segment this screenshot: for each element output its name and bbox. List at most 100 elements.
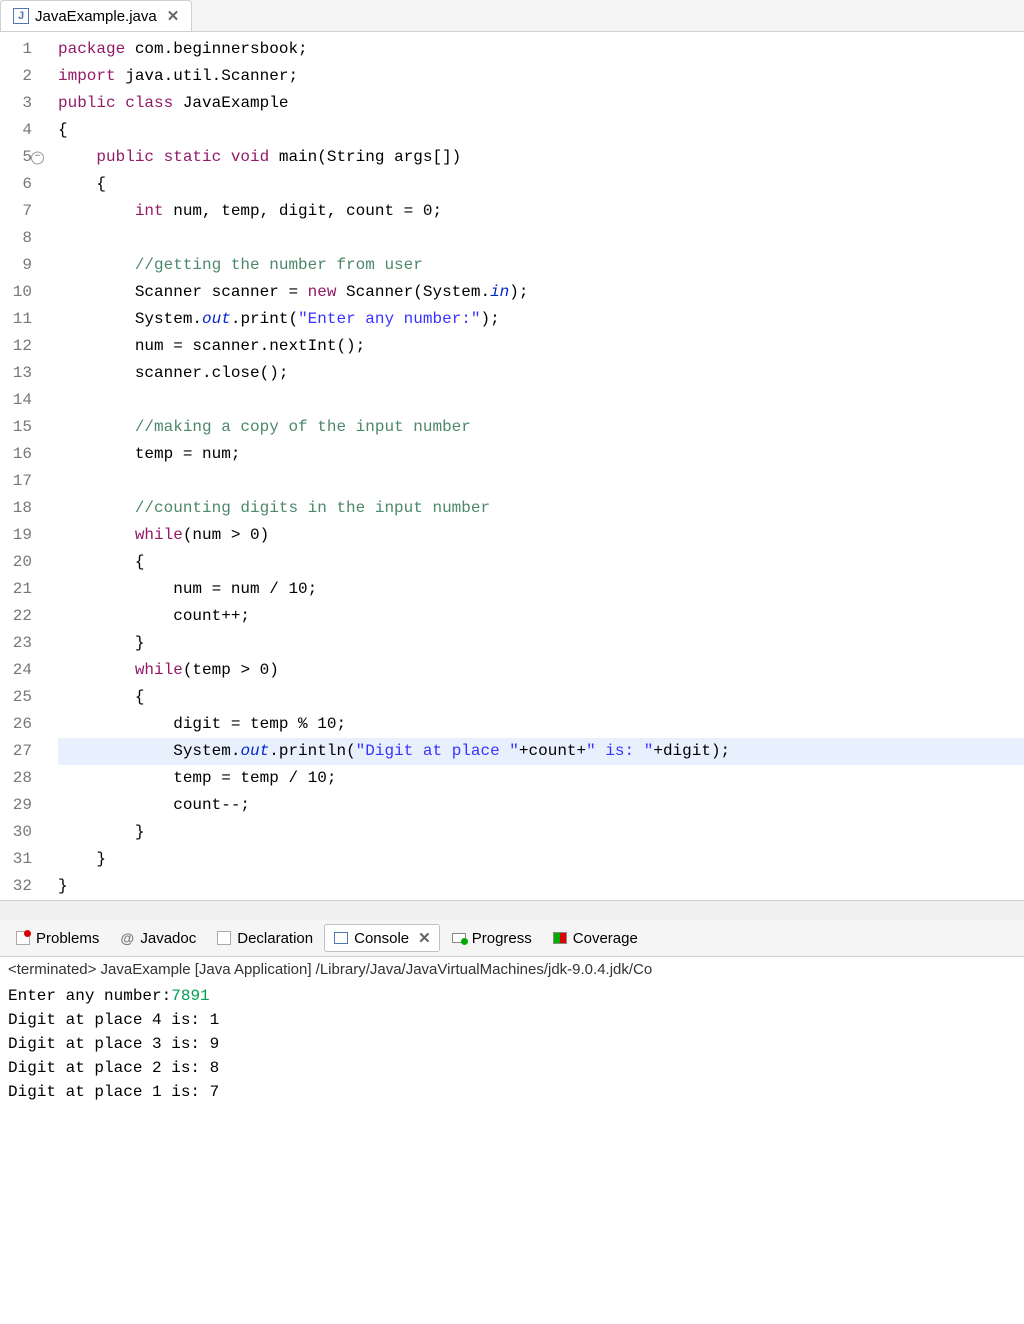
code-line[interactable]: public class JavaExample xyxy=(58,90,1024,117)
line-number: 15 xyxy=(0,414,32,441)
panel-tab-progress[interactable]: Progress xyxy=(442,925,541,952)
panel-tab-label: Coverage xyxy=(573,930,638,947)
code-line[interactable]: } xyxy=(58,819,1024,846)
line-number: 13 xyxy=(0,360,32,387)
console-line: Enter any number:7891 xyxy=(8,984,1016,1008)
line-number: 16 xyxy=(0,441,32,468)
close-tab-icon[interactable]: ✕ xyxy=(167,7,180,25)
console-line: Digit at place 1 is: 7 xyxy=(8,1080,1016,1104)
code-line[interactable]: { xyxy=(58,549,1024,576)
line-number: 20 xyxy=(0,549,32,576)
java-file-icon: J xyxy=(13,8,29,24)
console-output[interactable]: Enter any number:7891Digit at place 4 is… xyxy=(0,982,1024,1106)
bottom-panel-tabs: Problems @ Javadoc Declaration Console ✕ Progr… xyxy=(0,920,1024,957)
line-number: 31 xyxy=(0,846,32,873)
panel-tab-label: Console xyxy=(354,930,409,947)
line-number: 12 xyxy=(0,333,32,360)
code-line[interactable]: //making a copy of the input number xyxy=(58,414,1024,441)
panel-tab-label: Declaration xyxy=(237,930,313,947)
panel-tab-label: Problems xyxy=(36,930,99,947)
line-number: 3 xyxy=(0,90,32,117)
line-number: 28 xyxy=(0,765,32,792)
code-line[interactable]: import java.util.Scanner; xyxy=(58,63,1024,90)
line-number: 7 xyxy=(0,198,32,225)
panel-tab-console[interactable]: Console ✕ xyxy=(324,924,440,952)
line-number: 1 xyxy=(0,36,32,63)
code-line[interactable]: digit = temp % 10; xyxy=(58,711,1024,738)
panel-tab-declaration[interactable]: Declaration xyxy=(207,925,322,952)
code-line[interactable]: count++; xyxy=(58,603,1024,630)
code-line[interactable]: scanner.close(); xyxy=(58,360,1024,387)
console-line: Digit at place 3 is: 9 xyxy=(8,1032,1016,1056)
code-editor[interactable]: 12345−6789101112131415161718192021222324… xyxy=(0,32,1024,900)
panel-tab-label: Progress xyxy=(472,930,532,947)
progress-icon xyxy=(451,930,467,946)
line-number: 17 xyxy=(0,468,32,495)
code-line[interactable]: //counting digits in the input number xyxy=(58,495,1024,522)
line-number: 30 xyxy=(0,819,32,846)
code-line[interactable]: count--; xyxy=(58,792,1024,819)
line-number: 23 xyxy=(0,630,32,657)
code-line[interactable]: Scanner scanner = new Scanner(System.in)… xyxy=(58,279,1024,306)
panel-tab-label: Javadoc xyxy=(140,930,196,947)
code-line[interactable]: public static void main(String args[]) xyxy=(58,144,1024,171)
code-line[interactable]: //getting the number from user xyxy=(58,252,1024,279)
console-line: Digit at place 4 is: 1 xyxy=(8,1008,1016,1032)
code-line[interactable] xyxy=(58,387,1024,414)
coverage-icon xyxy=(552,930,568,946)
line-number: 11 xyxy=(0,306,32,333)
code-line[interactable]: temp = num; xyxy=(58,441,1024,468)
tab-filename: JavaExample.java xyxy=(35,8,157,25)
line-number: 14 xyxy=(0,387,32,414)
code-line[interactable]: num = scanner.nextInt(); xyxy=(58,333,1024,360)
line-number: 18 xyxy=(0,495,32,522)
code-line[interactable]: while(num > 0) xyxy=(58,522,1024,549)
line-number: 24 xyxy=(0,657,32,684)
code-line[interactable]: temp = temp / 10; xyxy=(58,765,1024,792)
code-line[interactable]: System.out.print("Enter any number:"); xyxy=(58,306,1024,333)
console-line: Digit at place 2 is: 8 xyxy=(8,1056,1016,1080)
panel-tab-javadoc[interactable]: @ Javadoc xyxy=(110,925,205,952)
line-number: 22 xyxy=(0,603,32,630)
editor-tab[interactable]: J JavaExample.java ✕ xyxy=(0,0,192,31)
line-number: 4 xyxy=(0,117,32,144)
console-icon xyxy=(333,930,349,946)
code-line[interactable]: num = num / 10; xyxy=(58,576,1024,603)
code-line[interactable]: { xyxy=(58,684,1024,711)
line-number: 29 xyxy=(0,792,32,819)
line-number: 8 xyxy=(0,225,32,252)
code-line[interactable]: { xyxy=(58,171,1024,198)
console-status: <terminated> JavaExample [Java Applicati… xyxy=(0,957,1024,982)
line-number: 25 xyxy=(0,684,32,711)
panel-tab-coverage[interactable]: Coverage xyxy=(543,925,647,952)
fold-toggle-icon[interactable]: − xyxy=(31,151,44,164)
code-line[interactable]: } xyxy=(58,873,1024,900)
decl-icon xyxy=(216,930,232,946)
line-number-gutter: 12345−6789101112131415161718192021222324… xyxy=(0,36,40,900)
problems-icon xyxy=(15,930,31,946)
line-number: 26 xyxy=(0,711,32,738)
code-line[interactable]: } xyxy=(58,846,1024,873)
line-number: 21 xyxy=(0,576,32,603)
line-number: 6 xyxy=(0,171,32,198)
line-number: 19 xyxy=(0,522,32,549)
code-content[interactable]: package com.beginnersbook;import java.ut… xyxy=(40,36,1024,900)
panel-tab-problems[interactable]: Problems xyxy=(6,925,108,952)
code-line[interactable] xyxy=(58,468,1024,495)
code-line[interactable]: while(temp > 0) xyxy=(58,657,1024,684)
code-line[interactable]: int num, temp, digit, count = 0; xyxy=(58,198,1024,225)
close-panel-icon[interactable]: ✕ xyxy=(418,929,431,947)
line-number: 10 xyxy=(0,279,32,306)
line-number: 5− xyxy=(0,144,32,171)
javadoc-icon: @ xyxy=(119,930,135,946)
code-line[interactable] xyxy=(58,225,1024,252)
code-line[interactable]: } xyxy=(58,630,1024,657)
line-number: 32 xyxy=(0,873,32,900)
line-number: 9 xyxy=(0,252,32,279)
code-line[interactable]: System.out.println("Digit at place "+cou… xyxy=(58,738,1024,765)
code-line[interactable]: { xyxy=(58,117,1024,144)
panel-divider[interactable] xyxy=(0,900,1024,920)
line-number: 2 xyxy=(0,63,32,90)
editor-tab-bar: J JavaExample.java ✕ xyxy=(0,0,1024,32)
code-line[interactable]: package com.beginnersbook; xyxy=(58,36,1024,63)
